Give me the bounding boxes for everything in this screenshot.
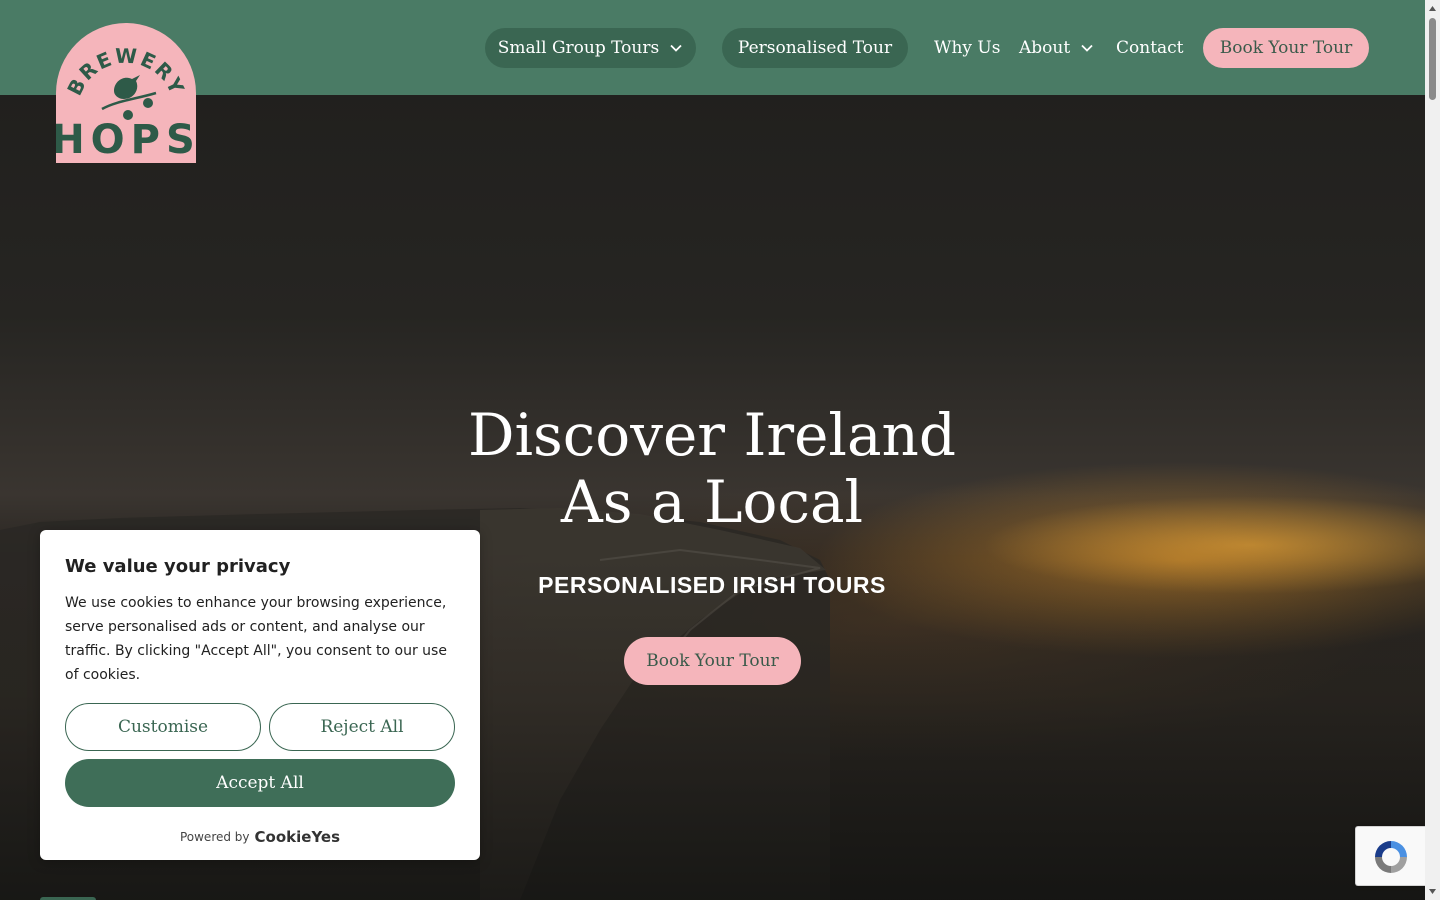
hero-subtitle: PERSONALISED IRISH TOURS [538,572,886,598]
powered-by-label: Powered by [179,830,250,844]
nav-personalised-tour[interactable]: Personalised Tour [722,28,908,68]
logo-text-bottom: HOPS [56,117,196,163]
cookieyes-logo[interactable]: CookieYes [255,828,341,846]
site-header: Small Group Tours Personalised Tour Why … [0,0,1425,95]
hero-title: Discover Ireland As a Local [412,402,1012,536]
scrollbar-thumb[interactable] [1429,18,1436,100]
nav-contact-label: Contact [1116,38,1184,58]
chevron-down-icon [1081,44,1093,52]
nav-why-us[interactable]: Why Us [934,28,1000,68]
recaptcha-badge[interactable] [1355,826,1425,886]
hero-book-button[interactable]: Book Your Tour [624,637,801,685]
cookie-consent-banner: We value your privacy We use cookies to … [40,530,480,860]
powered-by: Powered by CookieYes [40,828,480,846]
scroll-down-icon[interactable] [1428,887,1437,896]
nav-why-us-label: Why Us [934,38,1001,58]
bird-icon [101,75,157,120]
hero-title-line1: Discover Ireland [467,401,957,469]
logo-mark: BREWERY HOPS [56,44,196,163]
nav-small-group-tours-label: Small Group Tours [497,38,660,58]
accept-all-button[interactable]: Accept All [65,759,455,807]
nav-contact[interactable]: Contact [1116,28,1184,68]
cookie-title: We value your privacy [65,556,291,577]
scroll-up-icon[interactable] [1428,4,1437,13]
brewery-hops-logo[interactable]: BREWERY HOPS [56,23,196,163]
cookie-body: We use cookies to enhance your browsing … [65,595,447,683]
customise-button[interactable]: Customise [65,703,261,751]
hero-title-line2: As a Local [560,468,864,536]
nav-small-group-tours[interactable]: Small Group Tours [485,28,696,68]
book-your-tour-button[interactable]: Book Your Tour [1203,28,1369,68]
nav-personalised-tour-label: Personalised Tour [737,38,893,58]
nav-about-label: About [1019,38,1071,58]
page-scrollbar[interactable] [1425,0,1440,900]
recaptcha-icon [1375,841,1407,873]
reject-all-button[interactable]: Reject All [269,703,455,751]
chevron-down-icon [670,44,682,52]
nav-about[interactable]: About [1019,28,1094,68]
